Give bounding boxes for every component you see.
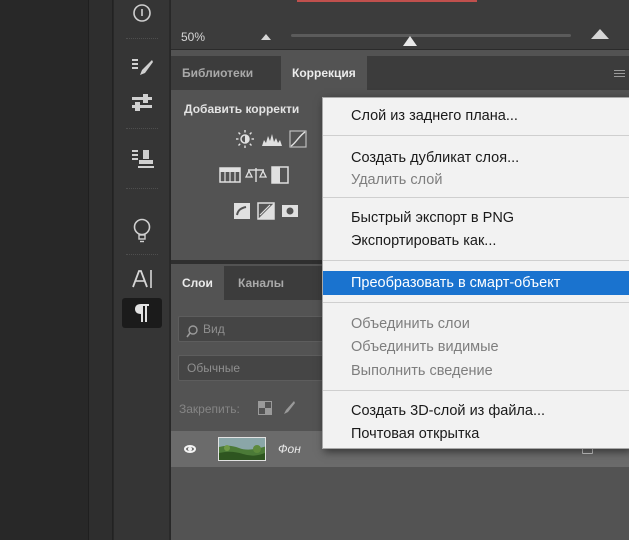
- curves-icon[interactable]: [287, 129, 309, 149]
- zoom-out-icon[interactable]: [261, 34, 271, 40]
- tab-channels[interactable]: Каналы: [227, 266, 295, 300]
- hue-saturation-icon[interactable]: [219, 165, 241, 185]
- color-balance-icon[interactable]: [245, 165, 267, 185]
- menu-separator: [323, 260, 629, 261]
- panel-menu-icon[interactable]: [614, 70, 625, 77]
- blend-mode-select[interactable]: Обычные: [178, 355, 328, 381]
- adjustments-title: Добавить корректи: [184, 102, 300, 116]
- menu-item-merge-visible[interactable]: Объединить видимые: [323, 336, 629, 358]
- character-icon[interactable]: [122, 264, 162, 294]
- layer-filter-placeholder: Вид: [203, 322, 225, 336]
- menu-separator: [323, 302, 629, 303]
- info-icon[interactable]: [122, 0, 162, 30]
- lightbulb-icon[interactable]: [122, 216, 162, 246]
- brush-presets-icon[interactable]: [122, 52, 162, 82]
- tab-layers[interactable]: Слои: [171, 266, 224, 300]
- zoom-in-icon[interactable]: [591, 29, 609, 39]
- eye-icon[interactable]: [184, 445, 196, 453]
- menu-item-merge-layers[interactable]: Объединить слои: [323, 313, 629, 335]
- dock-grip: [126, 188, 158, 191]
- lock-image-pixels-icon[interactable]: [281, 400, 295, 419]
- black-white-icon[interactable]: [269, 165, 291, 185]
- dock-grip: [126, 38, 158, 41]
- lock-label: Закрепить:: [179, 402, 240, 416]
- zoom-value[interactable]: 50%: [181, 30, 205, 44]
- layer-context-menu: Слой из заднего плана... Создать дублика…: [322, 97, 629, 449]
- menu-separator: [323, 197, 629, 198]
- menu-item-flatten-image[interactable]: Выполнить сведение: [323, 360, 629, 382]
- top-panel-tabs: Библиотеки Коррекция: [171, 56, 629, 90]
- invert-icon[interactable]: [231, 201, 253, 221]
- menu-item-new-3d-layer-from-file[interactable]: Создать 3D-слой из файла...: [323, 400, 629, 422]
- tab-libraries[interactable]: Библиотеки: [171, 56, 264, 90]
- navigator-bar: 50%: [171, 0, 629, 50]
- gradient-map-icon[interactable]: [255, 201, 277, 221]
- zoom-slider-thumb[interactable]: [403, 36, 417, 46]
- dock-grip: [126, 254, 158, 257]
- zoom-slider-track[interactable]: [291, 34, 571, 37]
- navigator-view-indicator: [297, 0, 477, 2]
- levels-icon[interactable]: [261, 129, 283, 149]
- panel-dock-toolbar: [114, 0, 170, 540]
- brightness-icon[interactable]: [234, 129, 256, 149]
- layer-thumbnail: [218, 437, 266, 461]
- menu-item-postcard[interactable]: Почтовая открытка: [323, 423, 629, 445]
- lock-transparent-pixels-icon[interactable]: [258, 401, 272, 418]
- menu-item-layer-from-background[interactable]: Слой из заднего плана...: [323, 105, 629, 127]
- clone-stamp-icon[interactable]: [122, 144, 162, 174]
- menu-item-duplicate-layer[interactable]: Создать дубликат слоя...: [323, 147, 629, 169]
- layers-list-empty-area: [171, 467, 629, 540]
- photo-filter-icon[interactable]: [279, 201, 301, 221]
- menu-separator: [323, 390, 629, 391]
- menu-separator: [323, 135, 629, 136]
- tab-adjustments[interactable]: Коррекция: [281, 56, 367, 90]
- layer-name[interactable]: Фон: [278, 442, 301, 456]
- properties-sliders-icon[interactable]: [122, 88, 162, 118]
- menu-item-export-as[interactable]: Экспортировать как...: [323, 230, 629, 252]
- menu-item-convert-to-smart-object[interactable]: Преобразовать в смарт-объект: [323, 271, 629, 295]
- dock-grip: [126, 128, 158, 131]
- menu-item-delete-layer[interactable]: Удалить слой: [323, 169, 629, 191]
- layer-filter-input[interactable]: Вид: [178, 316, 328, 342]
- lock-label-text: Закрепить:: [179, 402, 240, 416]
- paragraph-icon[interactable]: [122, 298, 162, 328]
- search-icon: [186, 322, 198, 346]
- canvas-background: [0, 0, 88, 540]
- side-strip: [88, 0, 113, 540]
- menu-item-quick-export-png[interactable]: Быстрый экспорт в PNG: [323, 207, 629, 229]
